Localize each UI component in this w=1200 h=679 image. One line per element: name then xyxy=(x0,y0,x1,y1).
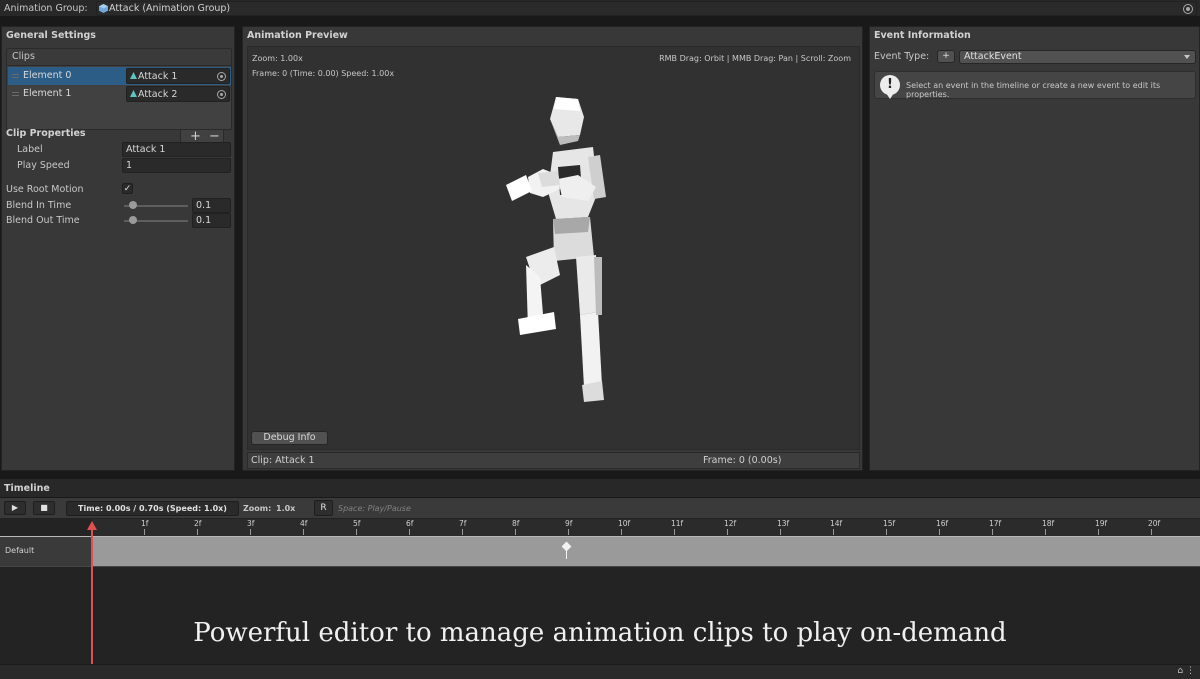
timeline-area xyxy=(0,567,1200,664)
animation-clip-icon xyxy=(130,72,137,79)
frame-readout: Frame: 0 (Time: 0.00) Speed: 1.00x xyxy=(252,69,395,78)
drag-handle-icon[interactable] xyxy=(12,74,19,78)
timeline-tick: 11f xyxy=(671,519,684,535)
label-input[interactable]: Attack 1 xyxy=(122,142,231,157)
track-label: Default xyxy=(0,537,92,566)
add-event-type-button[interactable]: + xyxy=(937,50,955,63)
clips-list: Clips Element 0 Attack 1 Element 1 Attac… xyxy=(6,48,232,130)
frame-time-readout: Frame: 0 (0.00s) xyxy=(703,455,782,466)
zoom-value: 1.0x xyxy=(276,504,296,513)
event-type-value: AttackEvent xyxy=(964,51,1022,62)
lock-and-menu-icon[interactable]: ⌂ ⋮ xyxy=(1177,666,1195,676)
timeline-tick: 8f xyxy=(512,519,520,535)
time-readout: Time: 0.00s / 0.70s (Speed: 1.0x) xyxy=(66,501,239,516)
timeline-tick: 6f xyxy=(406,519,414,535)
timeline-track[interactable]: Default xyxy=(0,536,1200,567)
preview-footer: Clip: Attack 1 Frame: 0 (0.00s) xyxy=(247,452,860,469)
clip-value: Attack 1 xyxy=(138,71,178,82)
asset-cube-icon xyxy=(99,4,108,13)
timeline-toolbar: ▶ ■ Time: 0.00s / 0.70s (Speed: 1.0x) Zo… xyxy=(0,498,1200,519)
drag-handle-icon[interactable] xyxy=(12,92,19,96)
help-box: ! Select an event in the timeline or cre… xyxy=(874,71,1196,99)
info-icon: ! xyxy=(880,75,900,99)
clip-field[interactable]: Attack 2 xyxy=(126,86,230,102)
timeline-title: Timeline xyxy=(0,479,1200,497)
list-item[interactable]: Element 0 Attack 1 xyxy=(8,67,231,85)
timeline-tick: 17f xyxy=(989,519,1002,535)
root-motion-checkbox[interactable]: ✓ xyxy=(122,183,133,194)
clip-name-readout: Clip: Attack 1 xyxy=(251,455,315,466)
preview-viewport[interactable]: Zoom: 1.00x Frame: 0 (Time: 0.00) Speed:… xyxy=(247,46,860,450)
ruler-gutter xyxy=(0,519,92,536)
timeline-tick: 5f xyxy=(353,519,361,535)
timeline-tick: 19f xyxy=(1095,519,1108,535)
object-picker-icon[interactable] xyxy=(217,90,226,99)
timeline-tick: 16f xyxy=(936,519,949,535)
timeline-tick: 9f xyxy=(565,519,573,535)
controls-hint: RMB Drag: Orbit | MMB Drag: Pan | Scroll… xyxy=(659,54,851,63)
clips-header[interactable]: Clips xyxy=(7,49,231,66)
timeline-tick: 18f xyxy=(1042,519,1055,535)
clip-field[interactable]: Attack 1 xyxy=(126,68,230,84)
stop-button[interactable]: ■ xyxy=(33,501,55,515)
general-settings-panel: General Settings Clips Element 0 Attack … xyxy=(1,26,235,471)
animation-preview-panel: Animation Preview Zoom: 1.00x Frame: 0 (… xyxy=(242,26,863,471)
play-button[interactable]: ▶ xyxy=(4,501,26,515)
timeline-tick: 7f xyxy=(459,519,467,535)
timeline-tick: 2f xyxy=(194,519,202,535)
blend-in-input[interactable]: 0.1 xyxy=(192,198,231,213)
status-bar: ⌂ ⋮ xyxy=(0,664,1200,679)
zoom-label: Zoom: xyxy=(243,504,272,513)
blend-out-slider-handle[interactable] xyxy=(129,216,137,224)
event-type-label: Event Type: xyxy=(874,51,930,62)
label-field-label: Label xyxy=(17,144,43,155)
timeline-tick: 4f xyxy=(300,519,308,535)
blend-in-slider-handle[interactable] xyxy=(129,201,137,209)
shortcut-hint: Space: Play/Pause xyxy=(338,504,411,513)
event-information-title: Event Information xyxy=(874,30,971,41)
help-text: Select an event in the timeline or creat… xyxy=(906,81,1161,99)
animation-preview-title: Animation Preview xyxy=(247,30,348,41)
timeline-tick: 10f xyxy=(618,519,631,535)
element-label: Element 0 xyxy=(23,70,72,81)
chevron-down-icon xyxy=(1184,55,1190,59)
animation-clip-icon xyxy=(130,90,137,97)
root-motion-label: Use Root Motion xyxy=(6,184,84,195)
clip-properties-heading: Clip Properties xyxy=(6,128,86,139)
timeline-tick: 12f xyxy=(724,519,737,535)
play-speed-input[interactable]: 1 xyxy=(122,158,231,173)
event-type-dropdown[interactable]: AttackEvent xyxy=(959,50,1196,64)
play-speed-label: Play Speed xyxy=(17,160,70,171)
element-label: Element 1 xyxy=(23,88,72,99)
debug-info-button[interactable]: Debug Info xyxy=(251,431,328,445)
character-model xyxy=(506,97,606,402)
promo-caption: Powerful editor to manage animation clip… xyxy=(193,618,1007,648)
object-picker-icon[interactable] xyxy=(1183,4,1193,14)
clip-value: Attack 2 xyxy=(138,89,178,100)
blend-in-label: Blend In Time xyxy=(6,200,72,211)
timeline-tick: 20f xyxy=(1148,519,1161,535)
reset-zoom-button[interactable]: R xyxy=(314,500,333,516)
animation-group-value: Attack (Animation Group) xyxy=(109,3,231,14)
blend-out-input[interactable]: 0.1 xyxy=(192,213,231,228)
timeline-tick: 3f xyxy=(247,519,255,535)
timeline-tick: 13f xyxy=(777,519,790,535)
timeline-tick: 15f xyxy=(883,519,896,535)
blend-out-label: Blend Out Time xyxy=(6,215,80,226)
timeline-tick: 14f xyxy=(830,519,843,535)
object-picker-icon[interactable] xyxy=(217,72,226,81)
timeline-tick: 1f xyxy=(141,519,149,535)
animation-group-label: Animation Group: xyxy=(4,3,88,14)
list-item[interactable]: Element 1 Attack 2 xyxy=(8,85,231,103)
general-settings-title: General Settings xyxy=(6,30,96,41)
animation-group-bar: Animation Group: Attack (Animation Group… xyxy=(0,0,1200,17)
animation-group-field[interactable]: Attack (Animation Group) xyxy=(96,1,1197,16)
timeline-ruler[interactable]: 1f 2f 3f 4f 5f 6f 7f 8f 9f 10f 11f 12f 13f 14f 15f 16f 1… xyxy=(0,519,1200,536)
zoom-readout: Zoom: 1.00x xyxy=(252,54,303,63)
event-marker-stem xyxy=(566,549,567,559)
event-information-panel: Event Information Event Type: + AttackEv… xyxy=(869,26,1200,471)
